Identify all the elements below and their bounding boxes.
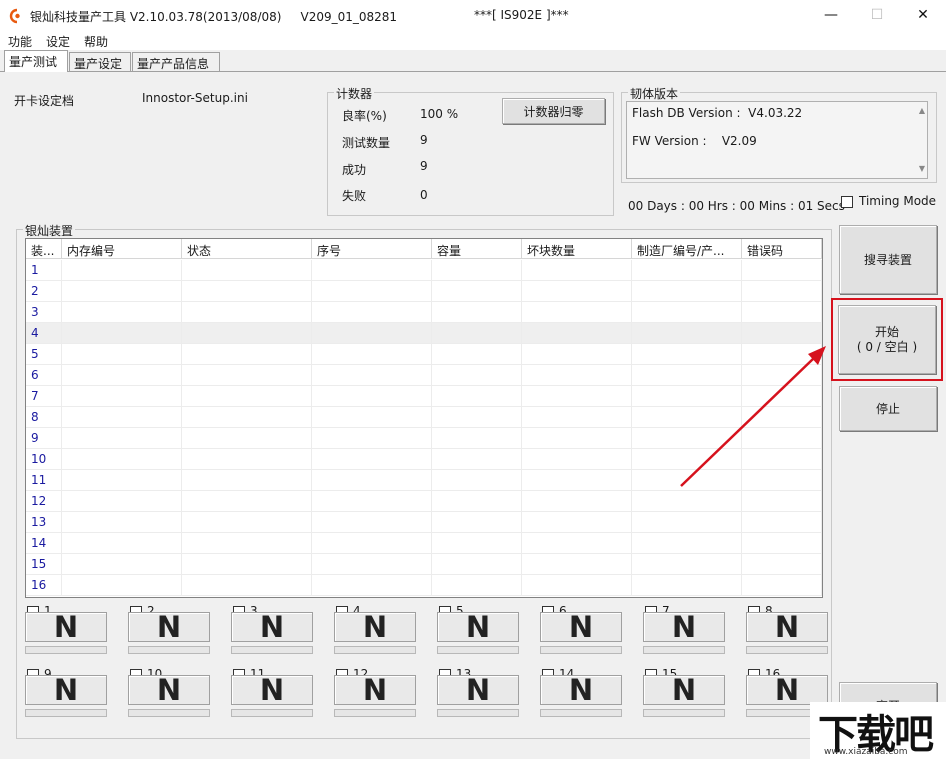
annotation-arrow-icon: [0, 0, 946, 759]
watermark-url: www.xiazaiba.com: [824, 747, 908, 757]
tab-production-test[interactable]: 量产测试: [4, 50, 68, 72]
watermark: 下载吧 www.xiazaiba.com: [810, 702, 946, 759]
